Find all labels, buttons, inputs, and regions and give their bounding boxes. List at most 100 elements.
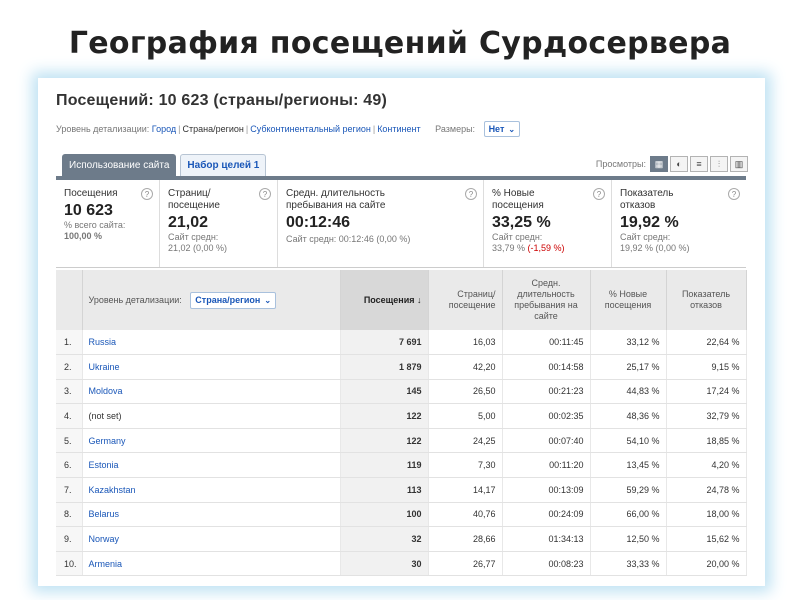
visits-cell: 32 (340, 526, 429, 552)
country-link[interactable]: Kazakhstan (82, 477, 341, 503)
table-row: 3. Moldova 145 26,50 00:21:23 44,83 % 17… (56, 379, 747, 405)
bars-icon[interactable]: ≡ (690, 156, 708, 172)
visits-cell: 119 (340, 452, 429, 479)
metric-pages-per-visit: Страниц/ посещение 21,02 Сайт средн: 21,… (160, 180, 278, 267)
detail-city-link[interactable]: Город (152, 124, 176, 134)
metric-value: 33,25 % (492, 214, 551, 231)
metric-sub-value: 100,00 % (64, 231, 103, 241)
metric-sub-value: 33,79 % (492, 243, 526, 253)
row-index: 2. (56, 354, 83, 380)
row-index: 6. (56, 452, 83, 479)
country-cell: (not set) (82, 403, 341, 429)
report-tabs: Использование сайта Набор целей 1 (62, 154, 270, 176)
bounce-cell: 18,85 % (666, 428, 747, 454)
table-row: 2. Ukraine 1 879 42,20 00:14:58 25,17 % … (56, 354, 747, 380)
metric-visits: Посещения 10 623 % всего сайта: 100,00 %… (56, 180, 160, 267)
country-link[interactable]: Russia (82, 330, 341, 356)
visits-cell: 122 (340, 403, 429, 429)
pages-cell: 26,77 (428, 551, 503, 577)
visits-cell: 100 (340, 502, 429, 528)
chevron-down-icon: ⌄ (264, 295, 272, 305)
tab-site-usage[interactable]: Использование сайта (62, 154, 177, 176)
table-row: 10. Armenia 30 26,77 00:08:23 33,33 % 20… (56, 551, 747, 577)
pages-cell: 14,17 (428, 477, 503, 503)
compare-icon[interactable]: ⫶ (710, 156, 728, 172)
visits-cell: 145 (340, 379, 429, 405)
metrics-summary: Посещения 10 623 % всего сайта: 100,00 %… (56, 176, 746, 268)
country-link[interactable]: Armenia (82, 551, 341, 577)
report-header: Посещений: 10 623 (страны/регионы: 49) (56, 92, 388, 109)
metric-sub-line: 33,79 % (-1,59 %) (492, 243, 605, 254)
column-header-bounce[interactable]: Показатель отказов (666, 270, 747, 330)
metric-sub-value: 19,92 % (0,00 %) (620, 243, 690, 253)
dimensions-select[interactable]: Нет ⌄ (483, 121, 521, 137)
pages-cell: 5,00 (428, 403, 503, 429)
detail-level-header: Уровень детализации: Страна/регион ⌄ (82, 270, 341, 330)
duration-cell: 00:14:58 (502, 354, 591, 380)
bounce-cell: 15,62 % (666, 526, 747, 552)
row-index: 10. (56, 551, 83, 577)
metric-label: Посещения (64, 188, 118, 199)
table-body: 1. Russia 7 691 16,03 00:11:45 33,12 % 2… (56, 330, 747, 577)
bounce-cell: 22,64 % (666, 330, 747, 356)
metric-avg-duration: Средн. длительность пребывания на сайте … (278, 180, 484, 267)
duration-cell: 00:08:23 (502, 551, 591, 577)
metric-label: Страниц/ посещение (168, 188, 220, 211)
metric-new-visits: % Новые посещения 33,25 % Сайт средн: 33… (484, 180, 612, 267)
metric-delta-negative: (-1,59 %) (527, 243, 565, 253)
detail-continent-link[interactable]: Континент (377, 124, 420, 134)
country-link[interactable]: Ukraine (82, 354, 341, 380)
new-visits-cell: 54,10 % (590, 428, 667, 454)
pages-cell: 26,50 (428, 379, 503, 405)
duration-cell: 00:13:09 (502, 477, 591, 503)
pages-cell: 24,25 (428, 428, 503, 454)
help-icon[interactable]: ? (728, 188, 740, 200)
column-header-visits[interactable]: Посещения ↓ (340, 270, 429, 330)
pages-cell: 40,76 (428, 502, 503, 528)
visits-cell: 30 (340, 551, 429, 577)
table-icon[interactable]: ▦ (650, 156, 668, 172)
help-icon[interactable]: ? (593, 188, 605, 200)
detail-country-current: Страна/регион (182, 124, 244, 134)
country-link[interactable]: Norway (82, 526, 341, 552)
metric-sub-value: 21,02 (0,00 %) (168, 243, 228, 253)
country-link[interactable]: Belarus (82, 502, 341, 528)
column-header-pages[interactable]: Страниц/ посещение (428, 270, 503, 330)
detail-level-select[interactable]: Страна/регион ⌄ (190, 291, 277, 309)
metric-sub: % всего сайта: (64, 220, 126, 230)
pie-icon[interactable]: ◐ (670, 156, 688, 172)
bounce-cell: 17,24 % (666, 379, 747, 405)
help-icon[interactable]: ? (141, 188, 153, 200)
detail-subcontinent-link[interactable]: Субконтинентальный регион (250, 124, 371, 134)
bounce-cell: 20,00 % (666, 551, 747, 577)
table-row: 7. Kazakhstan 113 14,17 00:13:09 59,29 %… (56, 477, 747, 503)
duration-cell: 00:11:20 (502, 452, 591, 479)
help-icon[interactable]: ? (259, 188, 271, 200)
table-row: 6. Estonia 119 7,30 00:11:20 13,45 % 4,2… (56, 452, 747, 479)
new-visits-cell: 66,00 % (590, 502, 667, 528)
country-link[interactable]: Estonia (82, 452, 341, 479)
metric-bounce-rate: Показатель отказов 19,92 % Сайт средн: 1… (612, 180, 746, 267)
help-icon[interactable]: ? (465, 188, 477, 200)
visits-cell: 113 (340, 477, 429, 503)
pages-cell: 42,20 (428, 354, 503, 380)
new-visits-cell: 44,83 % (590, 379, 667, 405)
country-link[interactable]: Germany (82, 428, 341, 454)
table-detail-label: Уровень детализации: (88, 294, 182, 305)
row-index: 8. (56, 502, 83, 528)
table-row: 9. Norway 32 28,66 01:34:13 12,50 % 15,6… (56, 526, 747, 552)
detail-level-value: Страна/регион (195, 294, 261, 305)
country-link[interactable]: Moldova (82, 379, 341, 405)
tab-goal-set-1[interactable]: Набор целей 1 (180, 154, 267, 176)
slide-title: География посещений Сурдосервера (68, 26, 732, 61)
row-index: 4. (56, 403, 83, 429)
column-header-duration[interactable]: Средн. длительность пребывания на сайте (502, 270, 591, 330)
column-header-new-visits[interactable]: % Новые посещения (590, 270, 667, 330)
metric-sub: Сайт средн: 00:12:46 (0,00 %) (286, 234, 411, 244)
duration-cell: 00:24:09 (502, 502, 591, 528)
pivot-icon[interactable]: ▥ (730, 156, 748, 172)
metric-value: 21,02 (168, 214, 209, 231)
new-visits-cell: 12,50 % (590, 526, 667, 552)
new-visits-cell: 59,29 % (590, 477, 667, 503)
view-switcher: Просмотры: ▦ ◐ ≡ ⫶ ▥ (596, 156, 748, 172)
